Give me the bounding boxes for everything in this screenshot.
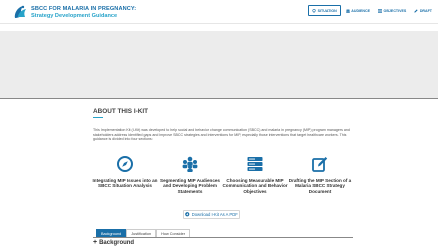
main-nav: SITUATION AUDIENCE OBJECTIVES DRAFT: [308, 5, 435, 16]
content-tabs: Background Justification How Consider: [96, 229, 190, 237]
people-icon: [345, 8, 350, 13]
section-measurable-objectives[interactable]: Choosing Measurable MIP Communication an…: [222, 154, 288, 196]
edit-icon: [312, 157, 328, 172]
people-icon: [182, 156, 198, 172]
download-pdf-button[interactable]: Download I-Kit As A PDF: [183, 210, 240, 219]
plus-icon: +: [93, 239, 98, 246]
nav-item-audience[interactable]: AUDIENCE: [343, 5, 373, 16]
nav-item-label: OBJECTIVES: [383, 8, 407, 13]
brand-subtitle[interactable]: Strategy Development Guidance: [31, 13, 117, 19]
section-list: Integrating MIP Issues into an SBCC Situ…: [92, 154, 354, 196]
section-label: Integrating MIP Issues into an SBCC Situ…: [92, 178, 158, 189]
nav-item-label: AUDIENCE: [351, 8, 371, 13]
tabs-divider: [93, 237, 353, 238]
download-icon: [185, 212, 190, 217]
compass-icon: [117, 156, 133, 172]
download-label: Download I-Kit As A PDF: [191, 212, 238, 217]
section-label: Drafting the MIP Section of a Malaria SB…: [288, 178, 352, 194]
section-drafting-strategy[interactable]: Drafting the MIP Section of a Malaria SB…: [287, 154, 353, 196]
nav-item-label: SITUATION: [317, 8, 337, 13]
tab-justification[interactable]: Justification: [126, 229, 157, 237]
pencil-icon: [414, 8, 418, 13]
section-label: Choosing Measurable MIP Communication an…: [222, 178, 288, 194]
brand-title[interactable]: SBCC FOR MALARIA IN PREGNANCY:: [31, 6, 136, 12]
nav-item-objectives[interactable]: OBJECTIVES: [375, 5, 409, 16]
nav-item-draft[interactable]: DRAFT: [411, 5, 435, 16]
accordion-label: Background: [99, 240, 135, 246]
about-description: This Implementation Kit (I-Kit) was deve…: [93, 128, 350, 142]
section-segmenting-audiences[interactable]: Segmenting MIP Audiences and Developing …: [157, 154, 223, 196]
server-icon: [247, 157, 263, 171]
site-header: SBCC FOR MALARIA IN PREGNANCY: Strategy …: [0, 0, 438, 24]
accordion-background[interactable]: + Background: [93, 239, 135, 246]
title-underline: [93, 117, 103, 119]
nav-item-situation[interactable]: SITUATION: [308, 5, 341, 16]
hero-banner: [0, 31, 438, 99]
section-situation-analysis[interactable]: Integrating MIP Issues into an SBCC Situ…: [92, 154, 158, 196]
tab-background[interactable]: Background: [96, 229, 127, 237]
section-label: Segmenting MIP Audiences and Developing …: [160, 178, 220, 194]
about-title: ABOUT THIS I-KIT: [93, 108, 149, 115]
mosquito-logo-icon[interactable]: [12, 4, 28, 20]
list-icon: [378, 8, 383, 13]
nav-item-label: DRAFT: [419, 8, 432, 13]
pin-icon: [312, 8, 316, 13]
tab-how-consider[interactable]: How Consider: [156, 229, 190, 237]
